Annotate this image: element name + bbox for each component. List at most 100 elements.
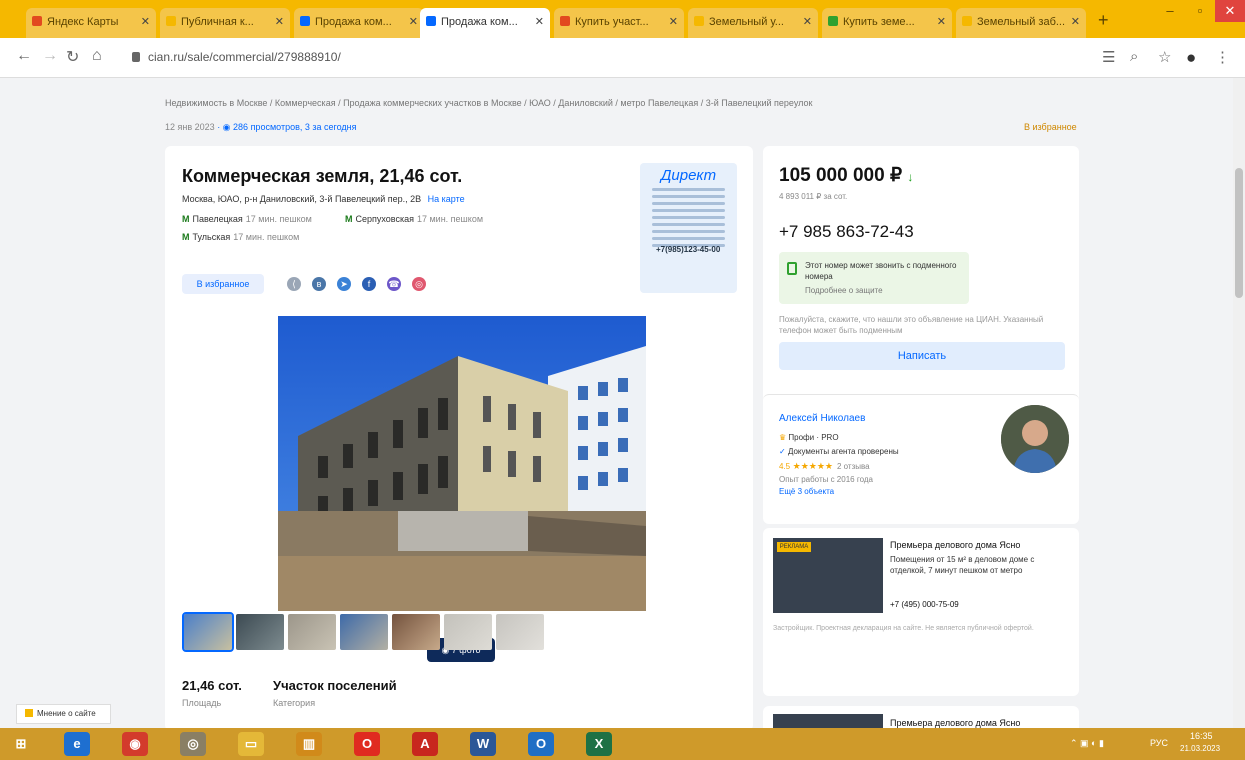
url-input[interactable]: cian.ru/sale/commercial/279888910/ — [148, 50, 341, 64]
listing-card: Коммерческая земля, 21,46 сот. Москва, Ю… — [165, 146, 753, 731]
edge-icon[interactable]: e — [64, 732, 90, 756]
clock-time[interactable]: 16:35 — [1190, 731, 1213, 741]
reload-icon[interactable]: ↻ — [66, 47, 79, 67]
chart-app-icon[interactable]: ▥ — [296, 732, 322, 756]
home-icon[interactable]: ⌂ — [92, 47, 102, 65]
metro-station[interactable]: M Тульская 17 мин. пешком — [182, 232, 299, 242]
minimize-icon[interactable]: – — [1155, 0, 1185, 22]
avatar[interactable] — [1001, 405, 1069, 473]
forward-icon[interactable]: → — [42, 47, 58, 65]
tab-label: Публичная к... — [181, 16, 254, 28]
media-icon[interactable]: ◎ — [180, 732, 206, 756]
clock-date[interactable]: 21.03.2023 — [1180, 744, 1220, 753]
on-map-link[interactable]: На карте — [428, 194, 465, 204]
close-tab-icon[interactable]: ✕ — [937, 15, 946, 28]
photo-thumbnail[interactable] — [182, 612, 234, 652]
browser-tab[interactable]: Купить участ... ✕ — [554, 8, 684, 38]
tray-icons[interactable]: ⌃ ▣ ◐ ▮ — [1070, 738, 1104, 749]
new-tab-button[interactable]: + — [1098, 10, 1109, 31]
bookmark-star-icon[interactable]: ☆ — [1158, 48, 1171, 66]
browser-tab[interactable]: Земельный у... ✕ — [688, 8, 818, 38]
outlook-icon[interactable]: O — [528, 732, 554, 756]
metro-icon: M — [345, 214, 353, 224]
tab-label: Купить участ... — [575, 16, 649, 28]
close-tab-icon[interactable]: ✕ — [803, 15, 812, 28]
metro-station[interactable]: M Серпуховская 17 мин. пешком — [345, 214, 483, 224]
photo-thumbnail[interactable] — [236, 614, 284, 650]
browser-tab-active[interactable]: Продажа ком... ✕ — [420, 8, 550, 38]
back-icon[interactable]: ← — [16, 47, 32, 65]
ad-text-line — [652, 195, 725, 198]
excel-icon[interactable]: X — [586, 732, 612, 756]
contact-phone[interactable]: +7 985 863-72-43 — [779, 222, 914, 242]
close-tab-icon[interactable]: ✕ — [1071, 15, 1080, 28]
telegram-icon[interactable]: ➤ — [337, 277, 351, 291]
tab-favicon-icon — [560, 16, 570, 26]
favorite-link[interactable]: В избранное — [1024, 122, 1077, 132]
listing-meta: 12 янв 2023 · ◉ 286 просмотров, 3 за сег… — [165, 122, 357, 133]
browser-tab[interactable]: Земельный заб... ✕ — [956, 8, 1086, 38]
ok-icon[interactable]: ◎ — [412, 277, 426, 291]
close-window-icon[interactable]: ✕ — [1215, 0, 1245, 22]
menu-icon[interactable]: ⋮ — [1215, 48, 1230, 66]
browser-tab[interactable]: Купить земе... ✕ — [822, 8, 952, 38]
direct-logo: Директ — [660, 167, 717, 184]
notice-link[interactable]: Подробнее о защите — [805, 285, 961, 296]
photo-thumbnail[interactable] — [288, 614, 336, 650]
maximize-icon[interactable]: ▫ — [1185, 0, 1215, 22]
close-tab-icon[interactable]: ✕ — [669, 15, 678, 28]
listing-title: Коммерческая земля, 21,46 сот. — [182, 166, 463, 186]
close-tab-icon[interactable]: ✕ — [141, 15, 150, 28]
close-tab-icon[interactable]: ✕ — [535, 15, 544, 28]
start-icon[interactable]: ⊞ — [8, 732, 34, 756]
building-photo — [278, 316, 646, 611]
profile-icon[interactable]: ● — [1186, 48, 1196, 68]
close-tab-icon[interactable]: ✕ — [275, 15, 284, 28]
browser-tab[interactable]: Яндекс Карты ✕ — [26, 8, 156, 38]
translate-icon[interactable]: ☰ — [1102, 48, 1115, 66]
promo-title[interactable]: Премьера делового дома Ясно — [890, 540, 1020, 550]
photo-thumbnail[interactable] — [340, 614, 388, 650]
promo-ad[interactable]: РЕКЛАМА Премьера делового дома Ясно Поме… — [763, 528, 1079, 696]
views-link[interactable]: 286 просмотров, 3 за сегодня — [233, 122, 356, 132]
acrobat-icon[interactable]: A — [412, 732, 438, 756]
word-icon[interactable]: W — [470, 732, 496, 756]
folder-icon[interactable]: ▭ — [238, 732, 264, 756]
write-message-button[interactable]: Написать — [779, 342, 1065, 370]
tab-favicon-icon — [166, 16, 176, 26]
ad-text-line — [652, 209, 725, 212]
facebook-icon[interactable]: f — [362, 277, 376, 291]
promo-disclaimer: Застройщик. Проектная декларация на сайт… — [773, 625, 1034, 632]
browser-tab[interactable]: Публичная к... ✕ — [160, 8, 290, 38]
agent-rating[interactable]: 4.5 ★★★★★ 2 отзыва — [779, 461, 870, 472]
agent-more-link[interactable]: Ещё 3 объекта — [779, 487, 834, 496]
vk-icon[interactable]: в — [312, 277, 326, 291]
close-tab-icon[interactable]: ✕ — [409, 15, 418, 28]
zoom-icon[interactable]: ⌕ — [1130, 48, 1138, 65]
opera-icon[interactable]: O — [354, 732, 380, 756]
chrome-icon[interactable]: ◉ — [122, 732, 148, 756]
keyboard-language[interactable]: РУС — [1150, 738, 1168, 748]
scrollbar[interactable] — [1233, 78, 1245, 728]
scrollbar-thumb[interactable] — [1235, 168, 1243, 298]
photo-thumbnail[interactable] — [444, 614, 492, 650]
breadcrumb[interactable]: Недвижимость в Москве / Коммерческая / П… — [165, 98, 812, 108]
viber-icon[interactable]: ☎ — [387, 277, 401, 291]
ad-badge: РЕКЛАМА — [777, 542, 811, 552]
add-favorite-button[interactable]: В избранное — [182, 274, 264, 294]
promo-phone[interactable]: +7 (495) 000-75-09 — [890, 600, 959, 609]
browser-tab[interactable]: Продажа ком... ✕ — [294, 8, 424, 38]
photo-thumbnail[interactable] — [496, 614, 544, 650]
shield-icon — [787, 262, 797, 275]
agent-name[interactable]: Алексей Николаев — [779, 413, 865, 424]
share-icon[interactable]: ⟨ — [287, 277, 301, 291]
direct-ad[interactable]: Директ +7(985)123-45-00 — [640, 163, 737, 293]
eye-icon: · ◉ — [217, 122, 234, 132]
promo-title[interactable]: Премьера делового дома Ясно — [890, 718, 1020, 728]
photo-thumbnail[interactable] — [392, 614, 440, 650]
main-photo[interactable] — [278, 316, 646, 611]
feedback-button[interactable]: Мнение о сайте — [16, 704, 111, 724]
metro-station[interactable]: M Павелецкая 17 мин. пешком — [182, 214, 312, 224]
price-up-icon[interactable]: ↓ — [907, 170, 913, 184]
ad-text-line — [652, 216, 725, 219]
